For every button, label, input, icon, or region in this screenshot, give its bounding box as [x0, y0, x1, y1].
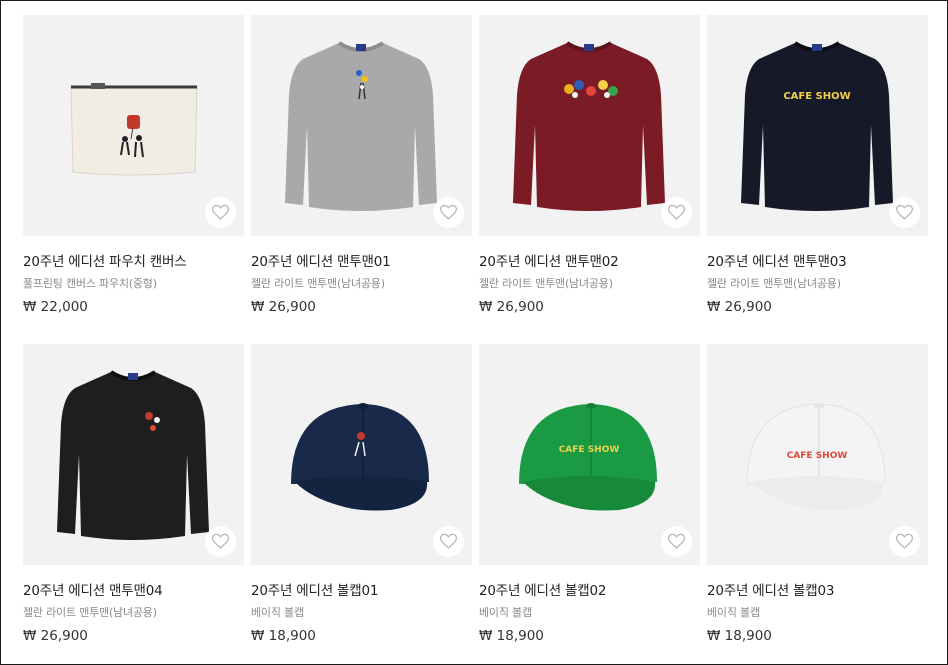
product-price: ₩ 26,900: [707, 299, 772, 315]
wishlist-button[interactable]: [433, 526, 464, 557]
product-image[interactable]: [479, 15, 700, 236]
product-card[interactable]: CAFE SHOW 20주년 에디션 볼캡03 베이직 볼캡 ₩ 18,900: [707, 344, 928, 644]
product-card[interactable]: 20주년 에디션 맨투맨04 젤란 라이트 맨투맨(남녀공용) ₩ 26,900: [23, 344, 244, 644]
product-price: ₩ 26,900: [251, 299, 316, 315]
product-card[interactable]: CAFE SHOW 20주년 에디션 볼캡02 베이직 볼캡 ₩ 18,900: [479, 344, 700, 644]
product-price: ₩ 26,900: [479, 299, 544, 315]
cafe-show-print: CAFE SHOW: [783, 91, 850, 102]
product-card[interactable]: 20주년 에디션 볼캡01 베이직 볼캡 ₩ 18,900: [251, 344, 472, 644]
heart-outline-icon: [895, 533, 914, 549]
product-price: ₩ 18,900: [479, 628, 544, 644]
heart-outline-icon: [211, 533, 230, 549]
product-image[interactable]: CAFE SHOW: [707, 344, 928, 565]
wishlist-button[interactable]: [205, 197, 236, 228]
product-price: ₩ 22,000: [23, 299, 88, 315]
wishlist-button[interactable]: [889, 197, 920, 228]
product-title[interactable]: 20주년 에디션 파우치 캔버스: [23, 250, 244, 270]
product-price: ₩ 26,900: [23, 628, 88, 644]
product-subtitle: 베이직 볼캡: [251, 606, 304, 619]
product-image[interactable]: [251, 344, 472, 565]
heart-outline-icon: [439, 533, 458, 549]
product-subtitle: 젤란 라이트 맨투맨(남녀공용): [251, 277, 385, 290]
product-title[interactable]: 20주년 에디션 맨투맨01: [251, 250, 472, 270]
product-subtitle: 베이직 볼캡: [707, 606, 760, 619]
cafe-show-print: CAFE SHOW: [559, 445, 620, 455]
product-title[interactable]: 20주년 에디션 맨투맨04: [23, 579, 244, 599]
heart-outline-icon: [895, 204, 914, 220]
product-subtitle: 젤란 라이트 맨투맨(남녀공용): [479, 277, 613, 290]
product-price: ₩ 18,900: [251, 628, 316, 644]
product-subtitle: 풀프린팅 캔버스 파우치(중형): [23, 277, 157, 290]
wishlist-button[interactable]: [205, 526, 236, 557]
product-title[interactable]: 20주년 에디션 볼캡03: [707, 579, 928, 599]
product-image[interactable]: CAFE SHOW: [479, 344, 700, 565]
product-image[interactable]: CAFE SHOW: [707, 15, 928, 236]
wishlist-button[interactable]: [433, 197, 464, 228]
product-card[interactable]: 20주년 에디션 파우치 캔버스 풀프린팅 캔버스 파우치(중형) ₩ 22,0…: [23, 15, 244, 315]
product-title[interactable]: 20주년 에디션 맨투맨02: [479, 250, 700, 270]
product-card[interactable]: 20주년 에디션 맨투맨02 젤란 라이트 맨투맨(남녀공용) ₩ 26,900: [479, 15, 700, 315]
wishlist-button[interactable]: [661, 526, 692, 557]
wishlist-button[interactable]: [661, 197, 692, 228]
heart-outline-icon: [211, 204, 230, 220]
product-title[interactable]: 20주년 에디션 맨투맨03: [707, 250, 928, 270]
product-image[interactable]: [251, 15, 472, 236]
product-title[interactable]: 20주년 에디션 볼캡01: [251, 579, 472, 599]
product-card[interactable]: CAFE SHOW 20주년 에디션 맨투맨03 젤란 라이트 맨투맨(남녀공용…: [707, 15, 928, 315]
product-subtitle: 젤란 라이트 맨투맨(남녀공용): [23, 606, 157, 619]
product-image[interactable]: [23, 344, 244, 565]
product-price: ₩ 18,900: [707, 628, 772, 644]
cafe-show-print: CAFE SHOW: [787, 451, 848, 461]
product-subtitle: 베이직 볼캡: [479, 606, 532, 619]
heart-outline-icon: [439, 204, 458, 220]
heart-outline-icon: [667, 533, 686, 549]
product-title[interactable]: 20주년 에디션 볼캡02: [479, 579, 700, 599]
product-image[interactable]: [23, 15, 244, 236]
wishlist-button[interactable]: [889, 526, 920, 557]
product-subtitle: 젤란 라이트 맨투맨(남녀공용): [707, 277, 841, 290]
product-card[interactable]: 20주년 에디션 맨투맨01 젤란 라이트 맨투맨(남녀공용) ₩ 26,900: [251, 15, 472, 315]
heart-outline-icon: [667, 204, 686, 220]
